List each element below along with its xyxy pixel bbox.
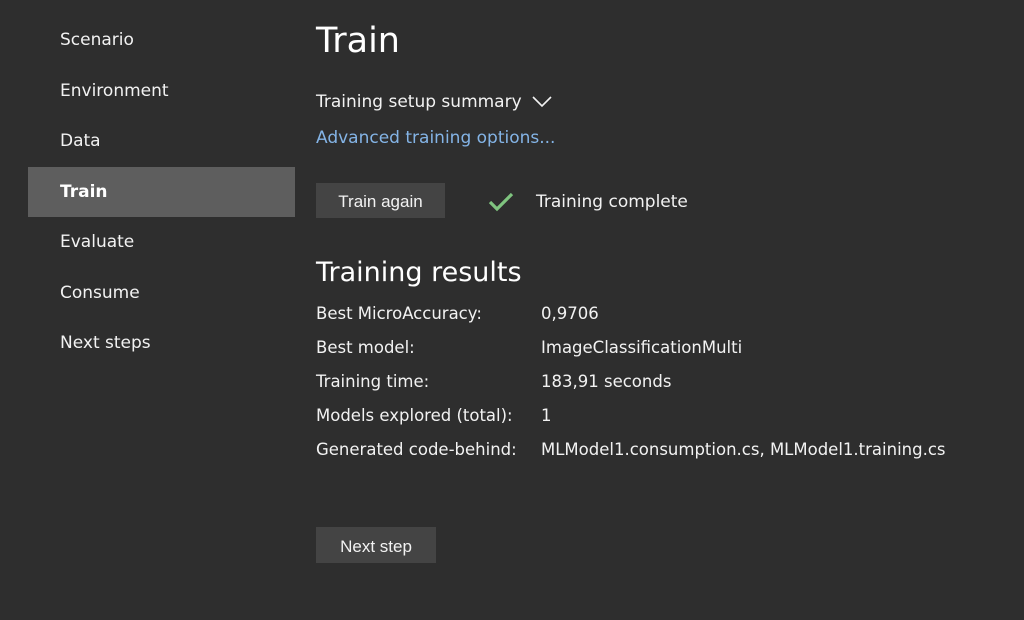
sidebar-item-evaluate[interactable]: Evaluate xyxy=(28,217,295,268)
result-row: Training time: 183,91 seconds xyxy=(316,368,946,402)
chevron-down-icon xyxy=(532,96,552,108)
summary-label: Training setup summary xyxy=(316,92,522,112)
status-text: Training complete xyxy=(536,192,688,212)
result-row: Generated code-behind: MLModel1.consumpt… xyxy=(316,436,946,470)
result-row: Best MicroAccuracy: 0,9706 xyxy=(316,300,946,334)
sidebar-item-next-steps[interactable]: Next steps xyxy=(28,318,295,369)
result-label: Best model: xyxy=(316,338,415,357)
result-label: Best MicroAccuracy: xyxy=(316,304,482,323)
sidebar-item-data[interactable]: Data xyxy=(28,116,295,167)
result-label: Models explored (total): xyxy=(316,406,513,425)
result-value: 1 xyxy=(541,406,552,425)
sidebar-item-scenario[interactable]: Scenario xyxy=(28,15,295,66)
page-title: Train xyxy=(316,21,400,61)
sidebar-nav: Scenario Environment Data Train Evaluate… xyxy=(28,15,295,369)
result-value: 183,91 seconds xyxy=(541,372,672,391)
checkmark-icon xyxy=(488,192,514,212)
results-heading: Training results xyxy=(316,257,522,288)
results-table: Best MicroAccuracy: 0,9706 Best model: I… xyxy=(316,300,946,470)
training-setup-summary-toggle[interactable]: Training setup summary xyxy=(316,90,552,114)
result-value: MLModel1.consumption.cs, MLModel1.traini… xyxy=(541,440,946,459)
training-status: Training complete xyxy=(488,190,688,214)
next-step-button[interactable]: Next step xyxy=(316,527,436,563)
sidebar-item-consume[interactable]: Consume xyxy=(28,268,295,319)
advanced-training-options-link[interactable]: Advanced training options... xyxy=(316,126,555,150)
sidebar-item-environment[interactable]: Environment xyxy=(28,66,295,117)
result-row: Models explored (total): 1 xyxy=(316,402,946,436)
result-label: Generated code-behind: xyxy=(316,440,517,459)
result-value: 0,9706 xyxy=(541,304,599,323)
sidebar-item-train[interactable]: Train xyxy=(28,166,295,217)
main-panel: Train Training setup summary Advanced tr… xyxy=(316,0,1024,620)
train-again-button[interactable]: Train again xyxy=(316,183,445,218)
model-builder-window: Scenario Environment Data Train Evaluate… xyxy=(0,0,1024,620)
result-label: Training time: xyxy=(316,372,430,391)
result-row: Best model: ImageClassificationMulti xyxy=(316,334,946,368)
result-value: ImageClassificationMulti xyxy=(541,338,743,357)
